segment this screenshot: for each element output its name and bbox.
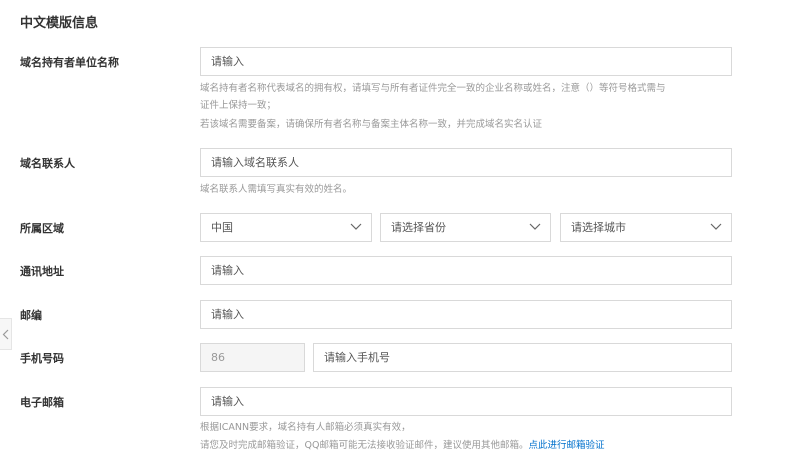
side-collapse-handle[interactable] [0,318,12,350]
province-select-value: 请选择省份 [391,221,446,234]
city-select[interactable]: 请选择城市 [560,213,732,242]
address-input[interactable]: 请输入 [200,256,732,285]
contact-label: 域名联系人 [20,157,75,170]
phone-label: 手机号码 [20,352,64,365]
org-name-label: 域名持有者单位名称 [20,56,119,69]
city-select-value: 请选择城市 [571,221,626,234]
postcode-label: 邮编 [20,309,42,322]
contact-hint: 域名联系人需填写真实有效的姓名。 [200,184,353,195]
email-hint-2: 请您及时完成邮箱验证，QQ邮箱可能无法接收验证邮件，建议使用其他邮箱。点此进行邮… [200,437,604,454]
address-label: 通讯地址 [20,265,64,278]
province-select[interactable]: 请选择省份 [380,213,551,242]
section-title: 中文模版信息 [20,16,99,31]
contact-input[interactable]: 请输入域名联系人 [200,148,732,177]
org-name-hint-3: 若该域名需要备案，请确保所有者名称与备案主体名称一致，并完成域名实名认证 [200,119,543,130]
phone-input[interactable]: 请输入手机号 [313,343,732,372]
postcode-input[interactable]: 请输入 [200,300,732,329]
chevron-left-icon [2,329,9,340]
country-select[interactable]: 中国 [200,213,372,242]
chevron-down-icon [350,223,362,230]
chevron-down-icon [529,223,541,230]
email-hint-1: 根据ICANN要求，域名持有人邮箱必须真实有效， [200,422,411,433]
email-label: 电子邮箱 [20,396,64,409]
country-select-value: 中国 [211,221,233,234]
email-input[interactable]: 请输入 [200,387,732,416]
org-name-input[interactable]: 请输入 [200,47,732,76]
email-verify-link[interactable]: 点此进行邮箱验证 [528,440,604,451]
email-hint-2-text: 请您及时完成邮箱验证，QQ邮箱可能无法接收验证邮件，建议使用其他邮箱。 [200,440,529,451]
region-label: 所属区域 [20,222,64,235]
chevron-down-icon [710,223,722,230]
phone-country-code: 86 [200,343,305,372]
org-name-hint-1: 域名持有者名称代表域名的拥有权，请填写与所有者证件完全一致的企业名称或姓名，注意… [200,83,666,94]
org-name-hint-2: 证件上保持一致； [200,100,277,111]
